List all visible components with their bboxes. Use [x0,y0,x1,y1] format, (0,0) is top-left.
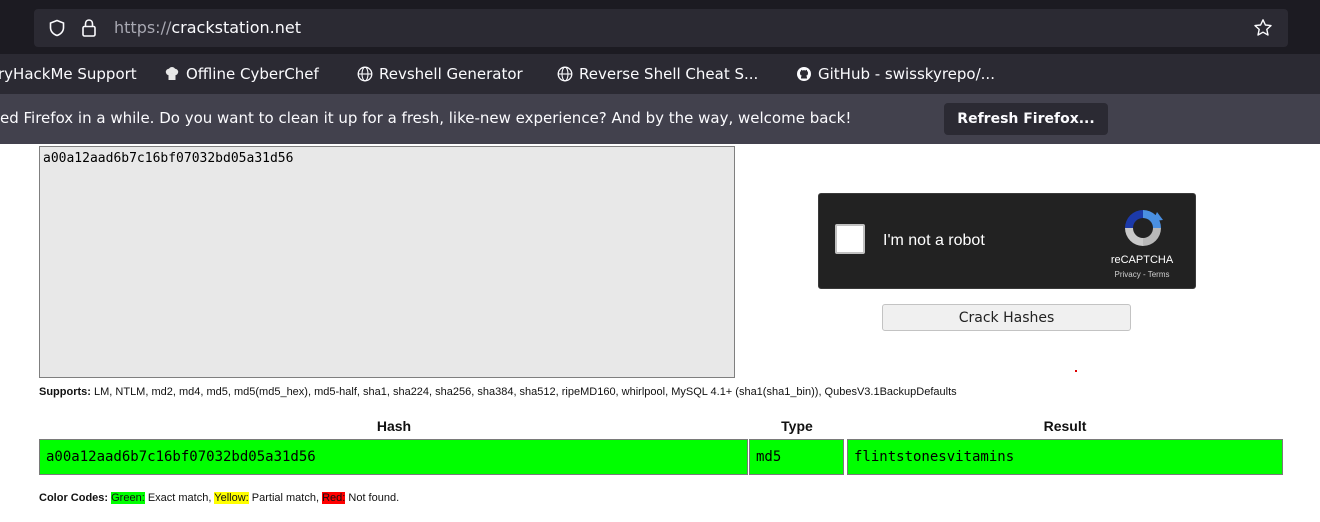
url-host: crackstation.net [171,18,302,37]
globe-icon [557,66,573,82]
globe-icon [357,66,373,82]
legend-yellow: Yellow: [214,492,249,504]
refresh-firefox-button[interactable]: Refresh Firefox... [944,103,1108,135]
refresh-notification-bar: ed Firefox in a while. Do you want to cl… [0,94,1320,144]
bookmarks-toolbar: ryHackMe Support Offline CyberChef Revsh… [0,54,1320,94]
color-codes-label: Color Codes: [39,492,109,504]
recaptcha-brand: reCAPTCHA [1110,254,1174,266]
supported-hashes: Supports: LM, NTLM, md2, md4, md5, md5(m… [39,386,957,398]
hash-input-value: a00a12aad6b7c16bf07032bd05a31d56 [43,151,294,166]
legend-green: Green: [111,492,145,504]
result-type-cell: md5 [749,439,844,475]
recaptcha-logo-icon [1125,210,1163,246]
shield-icon[interactable] [48,19,66,37]
legend-green-desc: Exact match, [144,492,215,504]
decorative-dot [1075,370,1077,372]
hash-input-textarea[interactable]: a00a12aad6b7c16bf07032bd05a31d56 [39,146,735,378]
recaptcha-label: I'm not a robot [883,232,985,249]
recaptcha-checkbox[interactable] [835,224,865,254]
bookmark-cyberchef[interactable]: Offline CyberChef [186,64,319,84]
recaptcha-widget: I'm not a robot reCAPTCHA Privacy - Term… [818,193,1196,289]
bookmark-revshell-generator[interactable]: Revshell Generator [379,64,523,84]
url-toolbar: https://crackstation.net [0,0,1320,54]
crack-hashes-button[interactable]: Crack Hashes [882,304,1131,331]
chef-hat-icon [165,67,179,80]
url-protocol: https:// [114,18,172,37]
result-value-cell: flintstonesvitamins [847,439,1283,475]
bookmark-reverse-shell-cheat[interactable]: Reverse Shell Cheat S... [579,64,758,84]
recaptcha-privacy-terms[interactable]: Privacy - Terms [1097,270,1187,279]
legend-red-desc: Not found. [345,492,400,504]
legend-yellow-desc: Partial match, [248,492,323,504]
url-text[interactable]: https://crackstation.net [114,17,301,39]
bookmark-star-icon[interactable] [1253,18,1273,38]
color-codes-legend: Color Codes: Green: Exact match, Yellow:… [39,492,399,504]
column-header-type: Type [781,418,813,434]
github-icon [797,67,811,81]
column-header-result: Result [1043,418,1087,434]
result-hash-cell: a00a12aad6b7c16bf07032bd05a31d56 [39,439,748,475]
column-header-hash: Hash [376,418,412,434]
address-bar[interactable]: https://crackstation.net [34,9,1288,47]
supports-list: LM, NTLM, md2, md4, md5, md5(md5_hex), m… [90,386,957,398]
legend-red: Red: [322,492,346,504]
notification-message: ed Firefox in a while. Do you want to cl… [0,109,852,127]
lock-icon[interactable] [80,18,98,38]
bookmark-github-swisskyrepo[interactable]: GitHub - swisskyrepo/... [818,64,995,84]
supports-label: Supports: [39,386,91,398]
bookmark-thm-support[interactable]: ryHackMe Support [0,64,137,84]
